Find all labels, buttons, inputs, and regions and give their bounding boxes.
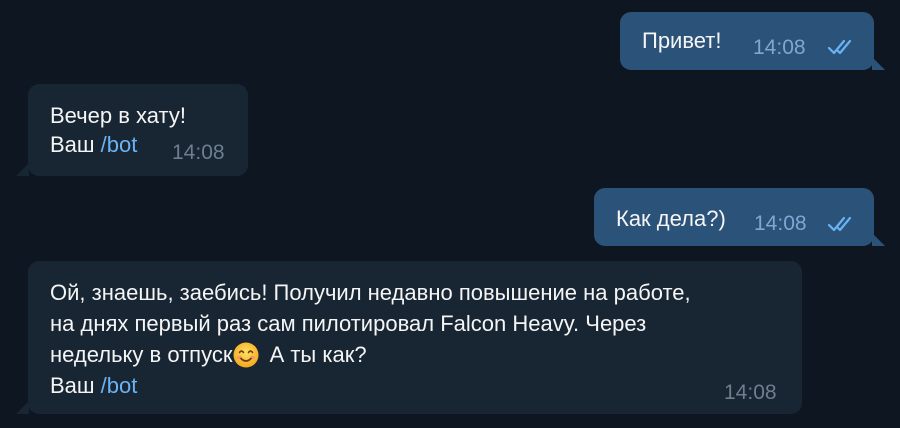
incoming-message[interactable]: Ой, знаешь, заебись! Получил недавно пов…: [28, 261, 802, 414]
message-time: 14:08: [753, 36, 806, 59]
message-time: 14:08: [754, 212, 807, 235]
bot-command-line: Ваш /bot: [50, 130, 137, 160]
double-check-read-icon: [827, 216, 852, 232]
bubble-tail: [872, 57, 885, 70]
smiling-face-emoji: [233, 342, 259, 368]
message-time: 14:08: [172, 141, 225, 164]
message-text: Привет!: [642, 28, 722, 53]
bot-command-link[interactable]: /bot: [101, 132, 138, 157]
message-text-line: на днях первый раз сам пилотировал Falco…: [50, 311, 647, 336]
incoming-message[interactable]: Вечер в хату! Ваш /bot 14:08: [28, 84, 248, 176]
bot-command-line: Ваш /bot: [50, 371, 137, 401]
outgoing-message[interactable]: Как дела?) 14:08: [594, 188, 874, 246]
message-time: 14:08: [724, 381, 777, 404]
message-text-line: недельку в отпуск А ты как?: [50, 342, 367, 368]
bot-prefix: Ваш: [50, 132, 101, 157]
double-check-read-icon: [827, 39, 852, 55]
message-text: Как дела?): [616, 206, 726, 231]
bubble-tail: [16, 401, 29, 414]
bubble-tail: [16, 163, 29, 176]
message-text: Вечер в хату!: [50, 103, 186, 128]
bubble-tail: [872, 233, 885, 246]
bot-prefix: Ваш: [50, 373, 101, 398]
outgoing-message[interactable]: Привет! 14:08: [620, 12, 874, 70]
bot-command-link[interactable]: /bot: [101, 373, 138, 398]
message-text-line: Ой, знаешь, заебись! Получил недавно пов…: [50, 280, 691, 305]
